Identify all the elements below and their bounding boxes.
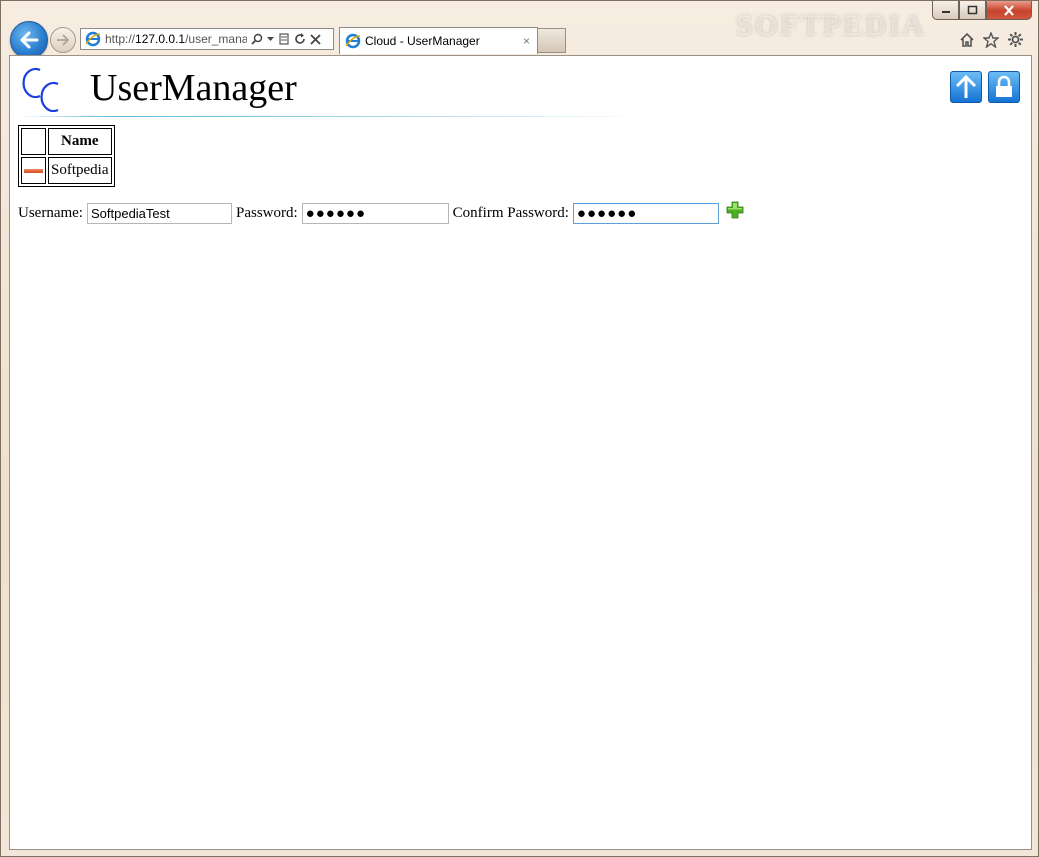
arrow-left-icon — [20, 31, 39, 49]
logout-lock-button[interactable] — [988, 71, 1020, 103]
dropdown-arrow-icon[interactable] — [267, 36, 274, 42]
confirm-password-input[interactable] — [572, 203, 719, 224]
page-header: UserManager — [10, 56, 1031, 120]
password-input[interactable] — [301, 203, 449, 224]
search-icon[interactable] — [251, 33, 263, 45]
confirm-password-label: Confirm Password: — [452, 205, 569, 221]
table-row: Softpedia — [21, 157, 112, 184]
tab-cloud-usermanager[interactable]: Cloud - UserManager × — [339, 27, 538, 54]
browser-window: SOFTPEDIA http://127.0.0.1/user_mana Clo… — [0, 0, 1039, 857]
browser-tools — [959, 31, 1024, 48]
page-title: UserManager — [90, 67, 297, 109]
tab-close-button[interactable]: × — [523, 34, 530, 48]
table-header-action — [21, 128, 46, 155]
stop-icon[interactable] — [310, 33, 321, 45]
arrow-right-icon — [57, 34, 70, 46]
table-cell-name: Softpedia — [48, 157, 112, 184]
home-icon[interactable] — [959, 32, 975, 48]
username-input[interactable] — [86, 203, 232, 224]
delete-user-icon[interactable] — [24, 168, 43, 173]
back-button[interactable] — [10, 21, 48, 59]
close-icon — [1004, 4, 1014, 16]
ie-page-icon — [85, 31, 101, 47]
gear-icon[interactable] — [1007, 31, 1024, 48]
minimize-icon — [941, 11, 950, 13]
tab-label: Cloud - UserManager — [365, 34, 480, 48]
page-viewport: UserManager Name Softpedia Username: Sof… — [9, 55, 1032, 850]
window-controls — [932, 1, 1032, 20]
new-tab-button[interactable] — [538, 28, 566, 53]
address-tools — [251, 33, 321, 45]
arrow-up-icon — [955, 74, 977, 98]
table-cell-action — [21, 157, 46, 184]
username-label: Username: — [18, 205, 83, 221]
upload-button[interactable] — [950, 71, 982, 103]
favorites-star-icon[interactable] — [983, 31, 999, 48]
compatibility-view-icon[interactable] — [278, 33, 290, 45]
table-header-name: Name — [48, 128, 112, 155]
ie-tab-icon — [345, 33, 361, 49]
watermark: SOFTPEDIA — [736, 9, 926, 42]
restore-icon — [967, 5, 978, 15]
minimize-button[interactable] — [932, 1, 959, 20]
url-host: 127.0.0.1 — [135, 32, 186, 46]
add-user-plus-icon[interactable] — [725, 200, 745, 220]
cloud-logo-icon — [22, 67, 59, 112]
users-table: Name Softpedia — [18, 125, 115, 187]
url-path: /user_mana — [185, 32, 247, 46]
table-header-row: Name — [21, 128, 112, 155]
close-window-button[interactable] — [986, 1, 1032, 20]
address-url[interactable]: http://127.0.0.1/user_mana — [105, 32, 247, 46]
lock-icon — [996, 75, 1012, 97]
password-label: Password: — [235, 205, 298, 221]
url-prefix: http:// — [105, 32, 136, 46]
add-user-form: Username: Password: Confirm Password: — [18, 200, 745, 224]
maximize-button[interactable] — [959, 1, 986, 20]
address-bar[interactable]: http://127.0.0.1/user_mana — [80, 28, 334, 50]
forward-button[interactable] — [50, 27, 76, 53]
refresh-icon[interactable] — [294, 33, 306, 45]
title-underline — [18, 116, 648, 117]
